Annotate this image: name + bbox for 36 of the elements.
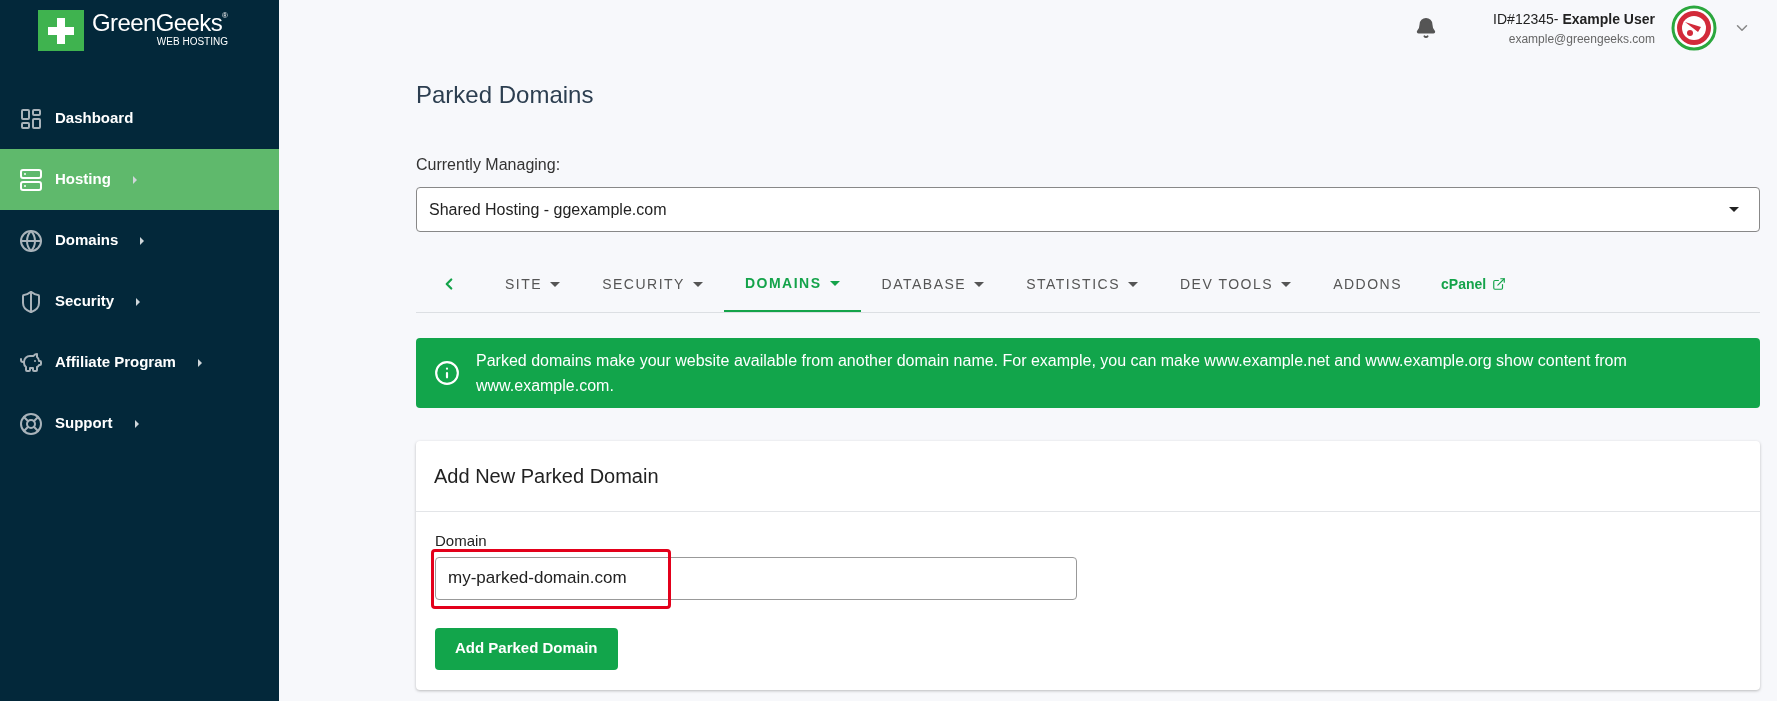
user-name: Example User (1562, 10, 1655, 27)
globe-icon (19, 228, 43, 253)
domain-label: Domain (435, 531, 488, 551)
sidebar-item[interactable]: Support (0, 393, 279, 454)
alert-text: Parked domains make your website available from another domain name. For example, you can make www.example.net and www.example.org show content from www.example.com. (476, 351, 1628, 396)
logo-tagline: WEB HOSTING (156, 36, 228, 48)
shield-icon (19, 289, 43, 314)
external-link-icon (1492, 277, 1507, 291)
notification-bell-icon[interactable] (1415, 17, 1438, 39)
nav-tab[interactable]: STATISTICS (1005, 256, 1159, 312)
logo-name: GreenGeeks (92, 10, 223, 36)
registered-mark: ® (222, 10, 228, 20)
nav-tab[interactable]: ADDONS (1312, 256, 1424, 312)
sidebar-item[interactable]: Domains (0, 210, 279, 271)
logo-plus-icon (38, 10, 84, 51)
piggy-bank-icon (19, 350, 43, 375)
server-icon (19, 167, 43, 192)
user-email: example@greengeeks.com (1508, 30, 1655, 48)
nav-tab[interactable]: DEV TOOLS (1159, 256, 1313, 312)
dropdown-caret-icon (1729, 207, 1739, 212)
page-title: Parked Domains (416, 80, 595, 110)
sidebar-item[interactable]: Dashboard (0, 88, 279, 149)
nav-tab[interactable]: SECURITY (581, 256, 724, 312)
domain-input-field[interactable]: my-parked-domain.com (435, 556, 1077, 600)
sidebar-item[interactable]: Security (0, 271, 279, 332)
dashboard-icon (19, 106, 43, 131)
nav-tab[interactable]: SITE (484, 256, 582, 312)
info-icon (434, 360, 460, 386)
lifebuoy-icon (19, 411, 43, 436)
managing-select[interactable]: Shared Hosting - ggexample.com (416, 187, 1760, 232)
nav-tab[interactable]: DATABASE (860, 256, 1006, 312)
card-title: Add New Parked Domain (416, 441, 1760, 512)
managing-label: Currently Managing: (416, 155, 562, 175)
avatar-icon[interactable] (1671, 5, 1717, 51)
user-id: ID#12345- (1493, 10, 1559, 27)
sidebar-item[interactable]: Affiliate Program (0, 332, 279, 393)
